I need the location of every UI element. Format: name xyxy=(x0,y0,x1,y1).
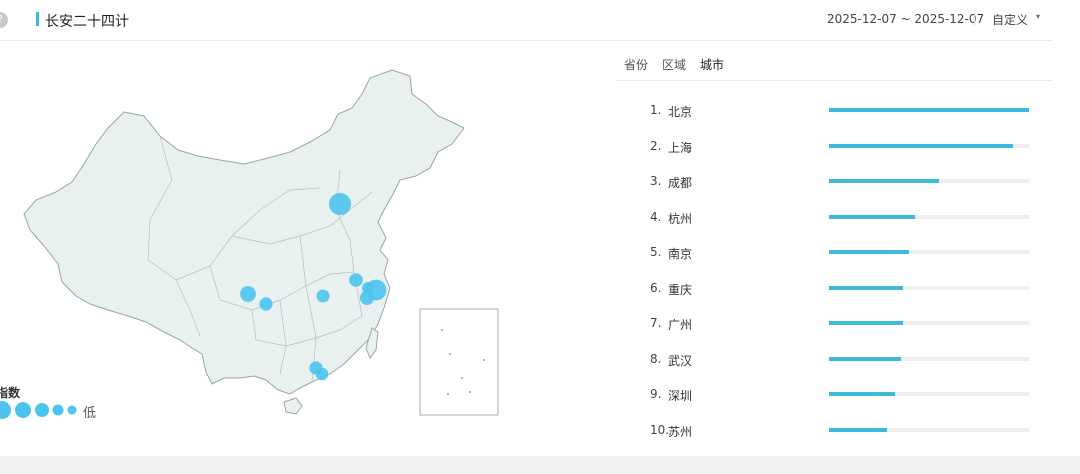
bar-track xyxy=(829,356,1029,361)
rank-city-name: 北京 xyxy=(668,105,693,119)
map-mainland xyxy=(23,69,465,395)
rank-row: 9. 深圳 xyxy=(616,376,1053,411)
header: ? 长安二十四计 2025-12-07 ~ 2025-12-07 自定义 ▾ xyxy=(0,0,1080,40)
rank-row: 1. 北京 xyxy=(616,92,1053,127)
rank-city-name: 成都 xyxy=(668,176,693,190)
bar-fill xyxy=(829,356,901,361)
rank-number: 10. xyxy=(650,422,670,437)
rank-number: 6. xyxy=(650,280,662,295)
rank-number: 3. xyxy=(650,174,662,188)
help-icon[interactable]: ? xyxy=(0,12,8,28)
rank-city-name: 广州 xyxy=(668,318,693,332)
header-divider-line xyxy=(0,40,1052,41)
bar-fill xyxy=(829,392,895,396)
tab-province[interactable]: 省份 xyxy=(624,56,648,73)
custom-range-select[interactable]: 自定义 xyxy=(992,11,1028,28)
bar-fill xyxy=(829,143,1013,148)
bar-track xyxy=(829,427,1029,432)
bar-track xyxy=(829,285,1029,290)
legend-dot-2 xyxy=(15,402,31,418)
rank-number: 2. xyxy=(650,138,662,153)
chevron-down-icon[interactable]: ▾ xyxy=(1036,12,1040,21)
bar-track xyxy=(829,250,1029,254)
city-bubble[interactable] xyxy=(240,286,256,302)
rank-city-name: 杭州 xyxy=(668,211,693,226)
rank-number: 4. xyxy=(650,209,662,224)
rank-city-name: 重庆 xyxy=(668,282,693,297)
bar-fill xyxy=(829,179,939,183)
city-bubble[interactable] xyxy=(362,282,374,294)
rank-row: 6. 重庆 xyxy=(616,270,1053,305)
legend-dot-4 xyxy=(52,404,64,416)
bar-track xyxy=(829,143,1029,148)
rank-row: 5. 南京 xyxy=(616,234,1053,269)
city-bubble[interactable] xyxy=(329,193,351,215)
legend-dot-1 xyxy=(0,401,11,419)
tab-city[interactable]: 城市 xyxy=(700,56,724,73)
map-hainan xyxy=(283,397,303,415)
china-map xyxy=(23,69,499,416)
city-bubble[interactable] xyxy=(349,273,363,287)
tab-region[interactable]: 区域 xyxy=(662,56,686,73)
rank-number: 5. xyxy=(650,245,662,259)
rank-number: 9. xyxy=(650,387,662,401)
rank-city-name: 上海 xyxy=(668,140,693,155)
city-bubble[interactable] xyxy=(259,297,273,311)
bar-track xyxy=(829,321,1029,325)
bottom-strip xyxy=(0,456,1080,474)
bar-fill xyxy=(829,214,915,219)
rank-row: 2. 上海 xyxy=(616,128,1053,163)
tabs-divider xyxy=(616,80,1053,81)
rank-city-name: 深圳 xyxy=(668,389,693,403)
rank-row: 8. 武汉 xyxy=(616,341,1053,376)
rank-row: 7. 广州 xyxy=(616,305,1053,340)
rank-city-name: 武汉 xyxy=(668,353,693,368)
city-bubble[interactable] xyxy=(315,367,329,381)
header-divider xyxy=(974,12,975,26)
rank-row: 4. 杭州 xyxy=(616,199,1053,234)
rank-city-name: 南京 xyxy=(668,247,693,261)
bar-track xyxy=(829,108,1029,112)
rank-row: 10. 苏州 xyxy=(616,412,1053,447)
bar-fill xyxy=(829,108,1029,112)
south-china-sea-inset xyxy=(419,308,499,416)
date-range-picker[interactable]: 2025-12-07 ~ 2025-12-07 xyxy=(827,12,984,26)
bar-fill xyxy=(829,250,909,254)
legend-dot-3 xyxy=(35,403,49,417)
bar-fill xyxy=(829,285,903,290)
page-title: 长安二十四计 xyxy=(45,14,129,30)
inset-islands xyxy=(441,329,485,395)
title-accent-bar xyxy=(36,12,39,26)
bar-fill xyxy=(829,321,903,325)
bar-track xyxy=(829,392,1029,396)
rank-number: 8. xyxy=(650,351,662,366)
city-ranking-list: 1. 北京 2. 上海 3. 成都 4. 杭州 5. 南京 6. 重庆 7. 广州 8. 武汉 9. 深圳 10. 苏… xyxy=(616,92,1053,442)
legend-dot-5 xyxy=(67,405,77,415)
rank-number: 7. xyxy=(650,316,662,330)
bar-track xyxy=(829,214,1029,219)
rank-city-name: 苏州 xyxy=(668,424,693,439)
rank-row: 3. 成都 xyxy=(616,163,1053,198)
bar-fill xyxy=(829,427,887,432)
bar-track xyxy=(829,179,1029,183)
rank-number: 1. xyxy=(650,103,662,117)
legend-low-label: 低 xyxy=(83,406,97,421)
city-bubble[interactable] xyxy=(316,289,330,303)
